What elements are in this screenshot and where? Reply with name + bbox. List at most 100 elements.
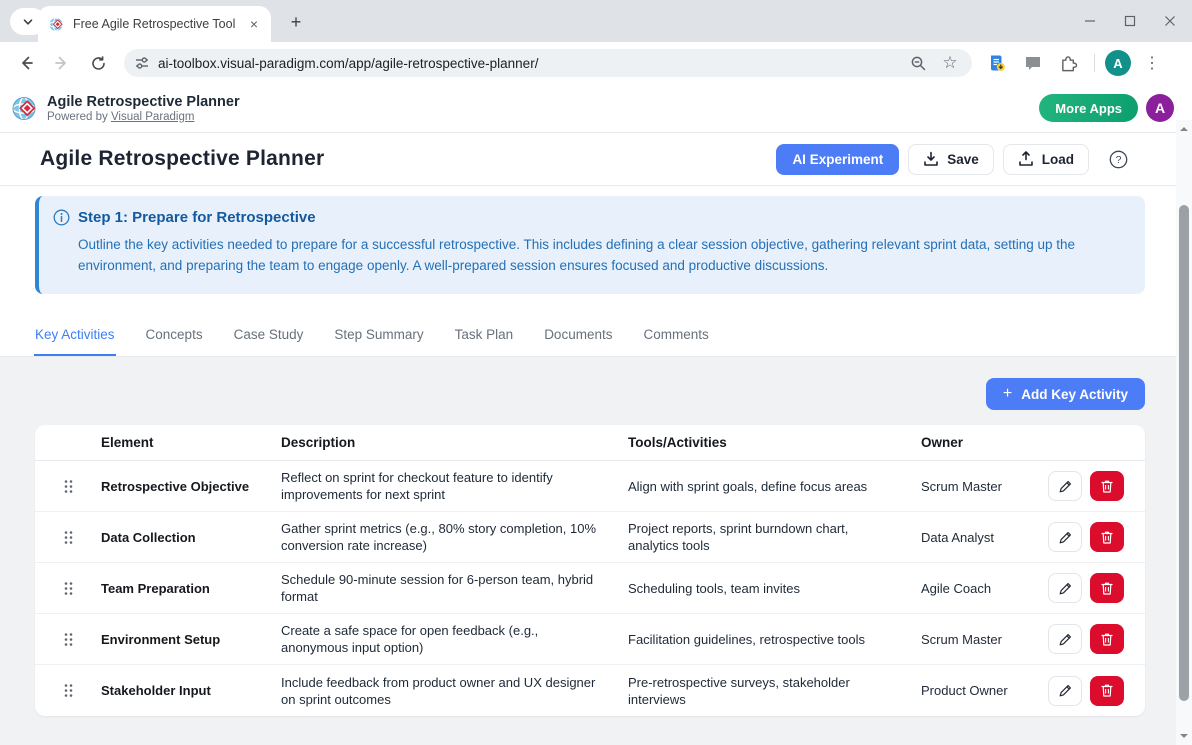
chevron-down-icon bbox=[22, 16, 34, 28]
row-element: Stakeholder Input bbox=[101, 674, 281, 707]
page-scrollbar[interactable] bbox=[1176, 120, 1192, 745]
browser-tab[interactable]: Free Agile Retrospective Tool | P × bbox=[38, 6, 271, 42]
edit-button[interactable] bbox=[1048, 624, 1082, 654]
row-owner: Product Owner bbox=[921, 674, 1040, 707]
toolbar-separator bbox=[1094, 54, 1095, 72]
delete-button[interactable] bbox=[1090, 676, 1124, 706]
info-icon bbox=[53, 209, 70, 226]
row-element: Retrospective Objective bbox=[101, 470, 281, 503]
row-owner: Scrum Master bbox=[921, 470, 1040, 503]
trash-icon bbox=[1100, 683, 1114, 698]
drag-handle-icon[interactable] bbox=[35, 683, 101, 698]
section-tabs: Key Activities Concepts Case Study Step … bbox=[0, 315, 1192, 357]
reload-icon[interactable] bbox=[82, 47, 114, 79]
tab-key-activities[interactable]: Key Activities bbox=[34, 315, 116, 356]
row-tools: Pre-retrospective surveys, stakeholder i… bbox=[628, 666, 921, 716]
trash-icon bbox=[1100, 581, 1114, 596]
window-close-icon[interactable] bbox=[1164, 15, 1176, 27]
table-row: Retrospective Objective Reflect on sprin… bbox=[35, 461, 1145, 512]
row-element: Team Preparation bbox=[101, 572, 281, 605]
header-description: Description bbox=[281, 435, 628, 450]
row-description: Create a safe space for open feedback (e… bbox=[281, 614, 628, 664]
window-maximize-icon[interactable] bbox=[1124, 15, 1136, 27]
load-button[interactable]: Load bbox=[1003, 144, 1089, 175]
window-controls bbox=[1084, 0, 1182, 42]
tab-close-icon[interactable]: × bbox=[245, 15, 263, 33]
drag-handle-icon[interactable] bbox=[35, 632, 101, 647]
pencil-icon bbox=[1058, 632, 1073, 647]
pencil-icon bbox=[1058, 581, 1073, 596]
url-text[interactable]: ai-toolbox.visual-paradigm.com/app/agile… bbox=[158, 56, 898, 71]
pencil-icon bbox=[1058, 530, 1073, 545]
row-tools: Facilitation guidelines, retrospective t… bbox=[628, 623, 921, 656]
drag-handle-icon[interactable] bbox=[35, 581, 101, 596]
visual-paradigm-logo-icon bbox=[12, 95, 39, 122]
browser-toolbar: ai-toolbox.visual-paradigm.com/app/agile… bbox=[0, 42, 1192, 84]
edit-button[interactable] bbox=[1048, 573, 1082, 603]
reading-list-icon[interactable] bbox=[982, 48, 1012, 78]
table-row: Environment Setup Create a safe space fo… bbox=[35, 614, 1145, 665]
browser-menu-icon[interactable]: ⋮ bbox=[1137, 48, 1167, 78]
page-header: Agile Retrospective Planner AI Experimen… bbox=[0, 133, 1192, 186]
row-owner: Data Analyst bbox=[921, 521, 1040, 554]
bookmark-star-icon[interactable]: ☆ bbox=[938, 51, 962, 75]
edit-button[interactable] bbox=[1048, 471, 1082, 501]
edit-button[interactable] bbox=[1048, 522, 1082, 552]
edit-button[interactable] bbox=[1048, 676, 1082, 706]
user-avatar[interactable]: A bbox=[1146, 94, 1174, 122]
visual-paradigm-link[interactable]: Visual Paradigm bbox=[111, 111, 195, 123]
step-info-banner: Step 1: Prepare for Retrospective Outlin… bbox=[35, 196, 1145, 294]
forward-icon[interactable] bbox=[46, 47, 78, 79]
row-tools: Project reports, sprint burndown chart, … bbox=[628, 512, 921, 562]
add-key-activity-button[interactable]: + Add Key Activity bbox=[986, 378, 1145, 410]
tab-documents[interactable]: Documents bbox=[543, 315, 613, 356]
delete-button[interactable] bbox=[1090, 624, 1124, 654]
delete-button[interactable] bbox=[1090, 573, 1124, 603]
delete-button[interactable] bbox=[1090, 471, 1124, 501]
zoom-icon[interactable] bbox=[906, 51, 930, 75]
browser-tab-strip: Free Agile Retrospective Tool | P × + bbox=[0, 0, 1192, 42]
tab-step-summary[interactable]: Step Summary bbox=[333, 315, 424, 356]
delete-button[interactable] bbox=[1090, 522, 1124, 552]
browser-profile-avatar[interactable]: A bbox=[1105, 50, 1131, 76]
row-element: Data Collection bbox=[101, 521, 281, 554]
plus-icon: + bbox=[1003, 385, 1012, 403]
trash-icon bbox=[1100, 530, 1114, 545]
tab-case-study[interactable]: Case Study bbox=[233, 315, 305, 356]
row-tools: Align with sprint goals, define focus ar… bbox=[628, 470, 921, 503]
tab-task-plan[interactable]: Task Plan bbox=[454, 315, 515, 356]
download-icon bbox=[923, 151, 939, 167]
chat-bubble-icon[interactable] bbox=[1018, 48, 1048, 78]
scrollbar-thumb[interactable] bbox=[1179, 205, 1189, 701]
more-apps-button[interactable]: More Apps bbox=[1039, 94, 1138, 122]
site-settings-icon[interactable] bbox=[134, 55, 150, 71]
scrollbar-up-icon[interactable] bbox=[1176, 122, 1192, 136]
pencil-icon bbox=[1058, 683, 1073, 698]
row-description: Schedule 90-minute session for 6-person … bbox=[281, 563, 628, 613]
drag-handle-icon[interactable] bbox=[35, 479, 101, 494]
tab-comments[interactable]: Comments bbox=[642, 315, 709, 356]
extensions-icon[interactable] bbox=[1054, 48, 1084, 78]
site-favicon-icon bbox=[48, 16, 65, 33]
new-tab-icon[interactable]: + bbox=[283, 9, 309, 35]
trash-icon bbox=[1100, 632, 1114, 647]
scrollbar-down-icon[interactable] bbox=[1176, 729, 1192, 743]
tab-concepts[interactable]: Concepts bbox=[145, 315, 204, 356]
help-icon[interactable]: ? bbox=[1104, 145, 1132, 173]
save-button[interactable]: Save bbox=[908, 144, 994, 175]
row-description: Gather sprint metrics (e.g., 80% story c… bbox=[281, 512, 628, 562]
drag-handle-icon[interactable] bbox=[35, 530, 101, 545]
window-minimize-icon[interactable] bbox=[1084, 15, 1096, 27]
page-title: Agile Retrospective Planner bbox=[40, 147, 324, 171]
ai-experiment-button[interactable]: AI Experiment bbox=[776, 144, 899, 175]
address-bar[interactable]: ai-toolbox.visual-paradigm.com/app/agile… bbox=[124, 49, 972, 77]
banner-description: Outline the key activities needed to pre… bbox=[78, 234, 1125, 276]
banner-title: Step 1: Prepare for Retrospective bbox=[78, 209, 316, 226]
toolbar-right: A ⋮ bbox=[982, 48, 1167, 78]
trash-icon bbox=[1100, 479, 1114, 494]
back-icon[interactable] bbox=[10, 47, 42, 79]
upload-icon bbox=[1018, 151, 1034, 167]
app-header-text: Agile Retrospective Planner Powered by V… bbox=[47, 94, 240, 123]
browser-tab-title: Free Agile Retrospective Tool | P bbox=[73, 17, 237, 31]
powered-by-text: Powered by Visual Paradigm bbox=[47, 111, 240, 123]
